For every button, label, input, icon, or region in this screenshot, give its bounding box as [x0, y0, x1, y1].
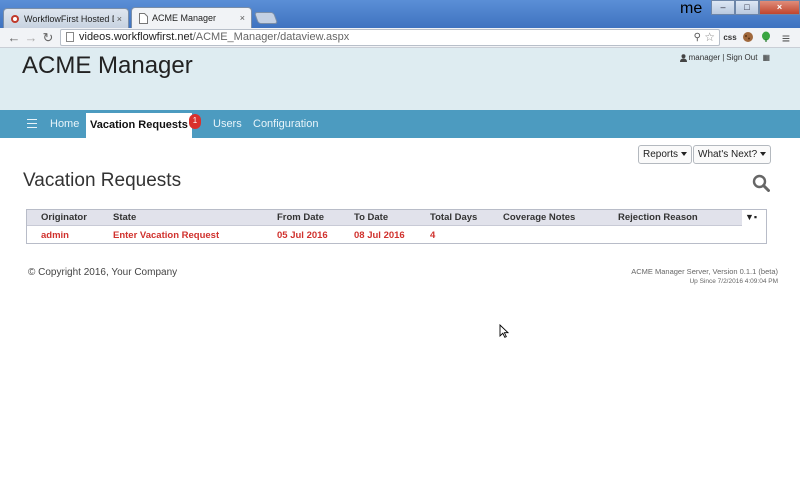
- page-icon: [138, 12, 148, 24]
- minimize-button[interactable]: –: [711, 0, 735, 15]
- notification-badge: 1: [189, 114, 201, 129]
- key-icon[interactable]: ⚲: [694, 30, 701, 45]
- reports-dropdown-button[interactable]: Reports: [638, 145, 693, 164]
- browser-tab-workflowfirst[interactable]: WorkflowFirst Hosted De ×: [3, 8, 129, 28]
- version-text: ACME Manager Server, Version 0.1.1 (beta…: [631, 267, 778, 276]
- column-header-to-date[interactable]: To Date: [354, 212, 388, 223]
- main-navbar: Home Vacation Requests Users Configurati…: [0, 110, 800, 138]
- reports-label: Reports: [643, 149, 679, 160]
- table-header: Originator State From Date To Date Total…: [27, 210, 766, 226]
- browser-window: WorkflowFirst Hosted De × ACME Manager ×…: [0, 0, 800, 483]
- tab-label: WorkflowFirst Hosted De: [24, 13, 114, 24]
- sign-out-link[interactable]: Sign Out: [726, 53, 757, 62]
- back-arrow-icon[interactable]: ←: [7, 31, 21, 45]
- column-header-total-days[interactable]: Total Days: [430, 212, 477, 223]
- page-icon: [66, 32, 74, 42]
- caret-down-icon: [760, 152, 767, 157]
- search-icon[interactable]: [752, 174, 770, 192]
- css-extension-icon[interactable]: css: [723, 31, 737, 45]
- new-tab-button[interactable]: [253, 12, 279, 24]
- separator: |: [722, 53, 725, 62]
- url-path: /ACME_Manager/dataview.aspx: [192, 31, 350, 43]
- cell-to-date[interactable]: 08 Jul 2016: [354, 230, 405, 241]
- tab-close-icon[interactable]: ×: [117, 14, 122, 24]
- browser-toolbar: ← → ↻ videos.workflowfirst.net/ACME_Mana…: [0, 28, 800, 48]
- vacation-requests-table: Originator State From Date To Date Total…: [26, 209, 767, 244]
- leaf-extension-icon[interactable]: [759, 31, 773, 45]
- forward-arrow-icon[interactable]: →: [24, 31, 38, 45]
- copyright-text: © Copyright 2016, Your Company: [28, 267, 178, 278]
- nav-home[interactable]: Home: [50, 110, 79, 138]
- page-title: Vacation Requests: [23, 170, 182, 191]
- column-header-rejection-reason[interactable]: Rejection Reason: [618, 212, 698, 223]
- up-since-text: Up Since 7/2/2016 4:09:04 PM: [689, 278, 778, 285]
- close-window-button[interactable]: ×: [759, 0, 800, 15]
- grid-icon[interactable]: ▦: [762, 53, 770, 62]
- column-header-state[interactable]: State: [113, 212, 136, 223]
- bookmark-star-icon[interactable]: ☆: [704, 30, 715, 45]
- tab-label: ACME Manager: [152, 13, 217, 23]
- username-link[interactable]: manager: [689, 53, 721, 62]
- cell-from-date[interactable]: 05 Jul 2016: [277, 230, 328, 241]
- nav-vacation-requests[interactable]: Vacation Requests: [86, 113, 192, 138]
- window-controls: me – □ ×: [680, 0, 800, 17]
- browser-tabstrip: WorkflowFirst Hosted De × ACME Manager ×…: [0, 0, 800, 28]
- user-icon: [679, 53, 687, 62]
- column-menu-button[interactable]: ▼▪: [742, 210, 766, 226]
- app-title: ACME Manager: [22, 52, 193, 79]
- user-menu: manager | Sign Out ▦: [679, 53, 770, 62]
- nav-users[interactable]: Users: [213, 110, 242, 138]
- whats-next-dropdown-button[interactable]: What's Next?: [693, 145, 772, 164]
- column-header-coverage-notes[interactable]: Coverage Notes: [503, 212, 575, 223]
- address-bar[interactable]: videos.workflowfirst.net/ACME_Manager/da…: [60, 29, 720, 46]
- tab-close-icon[interactable]: ×: [240, 13, 245, 23]
- menu-hamburger-icon[interactable]: ≡: [779, 31, 793, 45]
- whats-next-label: What's Next?: [698, 149, 758, 160]
- url-host: videos.workflowfirst.net: [79, 31, 193, 43]
- column-header-originator[interactable]: Originator: [41, 212, 87, 223]
- hamburger-menu-icon[interactable]: [27, 119, 37, 128]
- reload-icon[interactable]: ↻: [41, 31, 55, 45]
- mouse-cursor-icon: [499, 324, 509, 338]
- favicon-icon: [10, 13, 20, 24]
- cell-state[interactable]: Enter Vacation Request: [113, 230, 219, 241]
- app-header: ACME Manager manager | Sign Out ▦: [0, 48, 800, 110]
- column-header-from-date[interactable]: From Date: [277, 212, 324, 223]
- browser-tab-acme-manager[interactable]: ACME Manager ×: [131, 7, 252, 28]
- maximize-button[interactable]: □: [735, 0, 759, 15]
- nav-configuration[interactable]: Configuration: [253, 110, 318, 138]
- caret-down-icon: [681, 152, 688, 157]
- cookie-extension-icon[interactable]: [741, 31, 755, 45]
- cell-total-days[interactable]: 4: [430, 230, 435, 241]
- cell-originator[interactable]: admin: [41, 230, 69, 241]
